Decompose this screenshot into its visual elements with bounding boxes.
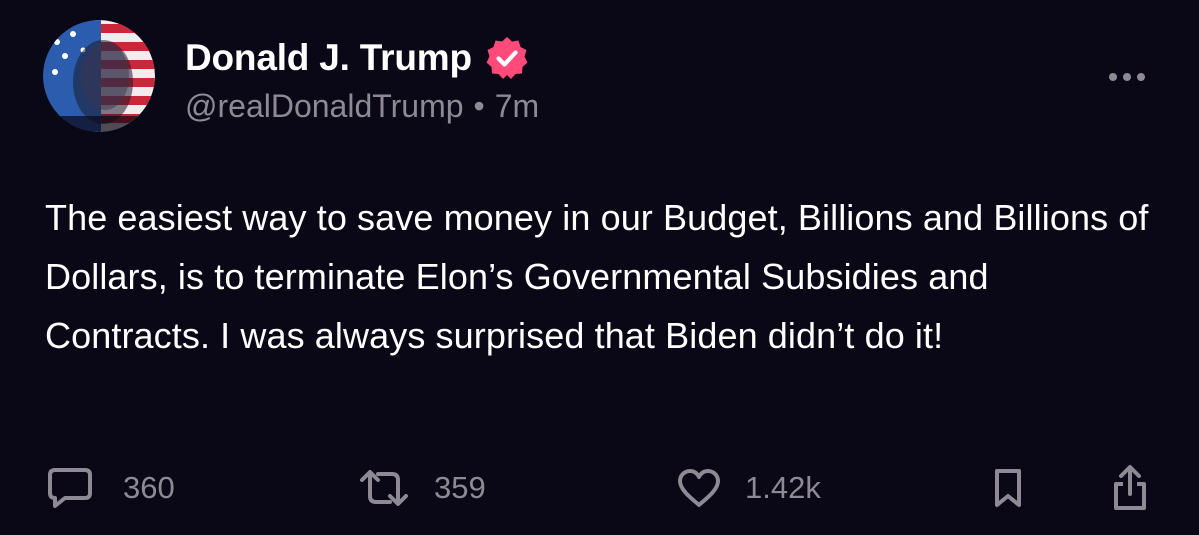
avatar[interactable] [43, 20, 155, 132]
bookmark-icon [993, 467, 1023, 509]
like-count: 1.42k [745, 470, 821, 505]
reply-button[interactable]: 360 [47, 458, 175, 518]
repost-count: 359 [434, 470, 486, 505]
post-card: Donald J. Trump @realDonaldTrump • 7m Th… [0, 0, 1199, 535]
author-display-name[interactable]: Donald J. Trump [185, 37, 472, 79]
reply-count: 360 [123, 470, 175, 505]
repost-arrows-icon [358, 468, 410, 508]
avatar-image [43, 20, 155, 132]
more-options-icon[interactable] [1105, 62, 1149, 92]
share-button[interactable] [1110, 458, 1150, 518]
action-bar: 360 359 1.42k [0, 458, 1199, 518]
like-button[interactable]: 1.42k [677, 458, 821, 518]
meta-separator: • [473, 88, 485, 124]
author-name-row: Donald J. Trump [185, 33, 530, 83]
share-icon [1110, 464, 1150, 512]
bookmark-button[interactable] [993, 458, 1023, 518]
post-timestamp[interactable]: 7m [495, 88, 539, 125]
post-text: The easiest way to save money in our Bud… [45, 197, 1149, 356]
repost-button[interactable]: 359 [358, 458, 486, 518]
verified-badge-icon [484, 35, 530, 81]
author-meta-row: @realDonaldTrump • 7m [185, 88, 539, 125]
heart-icon [677, 468, 721, 508]
reply-bubble-icon [47, 467, 93, 509]
author-handle[interactable]: @realDonaldTrump [185, 88, 464, 125]
